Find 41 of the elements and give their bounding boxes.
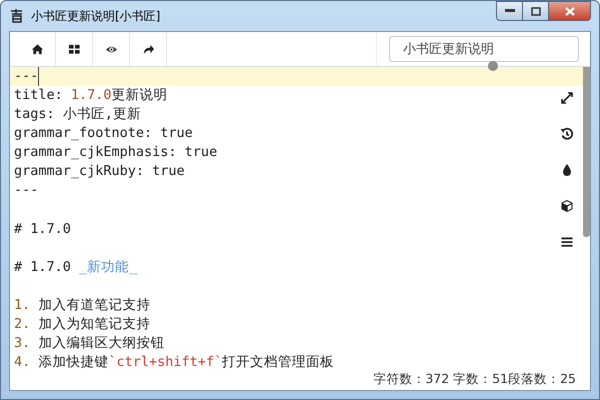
maximize-icon: [530, 6, 540, 16]
history-button[interactable]: [560, 127, 574, 141]
title-field[interactable]: 小书匠更新说明: [389, 36, 579, 62]
code-line: 1. 加入有道笔记支持: [14, 296, 150, 313]
cube-icon: [560, 199, 574, 213]
code-line: title: 1.7.0更新说明: [14, 87, 168, 104]
theme-button[interactable]: [560, 163, 574, 177]
code-line: 3. 加入编辑区大纲按钮: [14, 334, 164, 351]
home-icon: [30, 42, 44, 56]
code-line: ---: [14, 182, 38, 198]
app-logo-icon: [9, 8, 25, 24]
code-line: # 1.7.0 _新功能_: [14, 258, 138, 275]
expand-icon: [560, 91, 574, 105]
close-icon: [564, 6, 574, 16]
share-arrow-icon: [142, 42, 154, 56]
home-button[interactable]: [19, 32, 56, 66]
grid-button[interactable]: [56, 32, 93, 66]
fullscreen-button[interactable]: [560, 91, 574, 105]
code-line: grammar_footnote: true: [14, 125, 193, 142]
grid-icon: [68, 42, 80, 56]
menu-icon: [560, 235, 574, 249]
drop-icon: [560, 163, 574, 177]
code-line: grammar_cjkEmphasis: true: [14, 144, 218, 160]
outline-button[interactable]: [560, 235, 574, 249]
window-title: 小书匠更新说明[小书匠]: [31, 8, 162, 24]
package-button[interactable]: [560, 199, 574, 213]
code-line: ---: [14, 68, 38, 84]
code-line: 2. 加入为知笔记支持: [14, 316, 150, 332]
minimize-icon: [504, 9, 514, 13]
preview-button[interactable]: [93, 32, 130, 66]
close-button[interactable]: [548, 1, 591, 21]
code-line: # 1.7.0: [14, 220, 71, 236]
maximize-button[interactable]: [522, 1, 548, 21]
code-line: grammar_cjkRuby: true: [14, 163, 185, 180]
minimize-button[interactable]: [496, 1, 522, 21]
history-icon: [560, 127, 574, 141]
scrollbar-thumb[interactable]: [583, 67, 590, 237]
code-line: 4. 添加快捷键`ctrl+shift+f`打开文档管理面板: [14, 354, 334, 370]
code-line: tags: 小书匠,更新: [14, 106, 141, 122]
word-count: 字符数：372 字数：51段落数：25: [373, 371, 576, 388]
share-button[interactable]: [130, 32, 167, 66]
